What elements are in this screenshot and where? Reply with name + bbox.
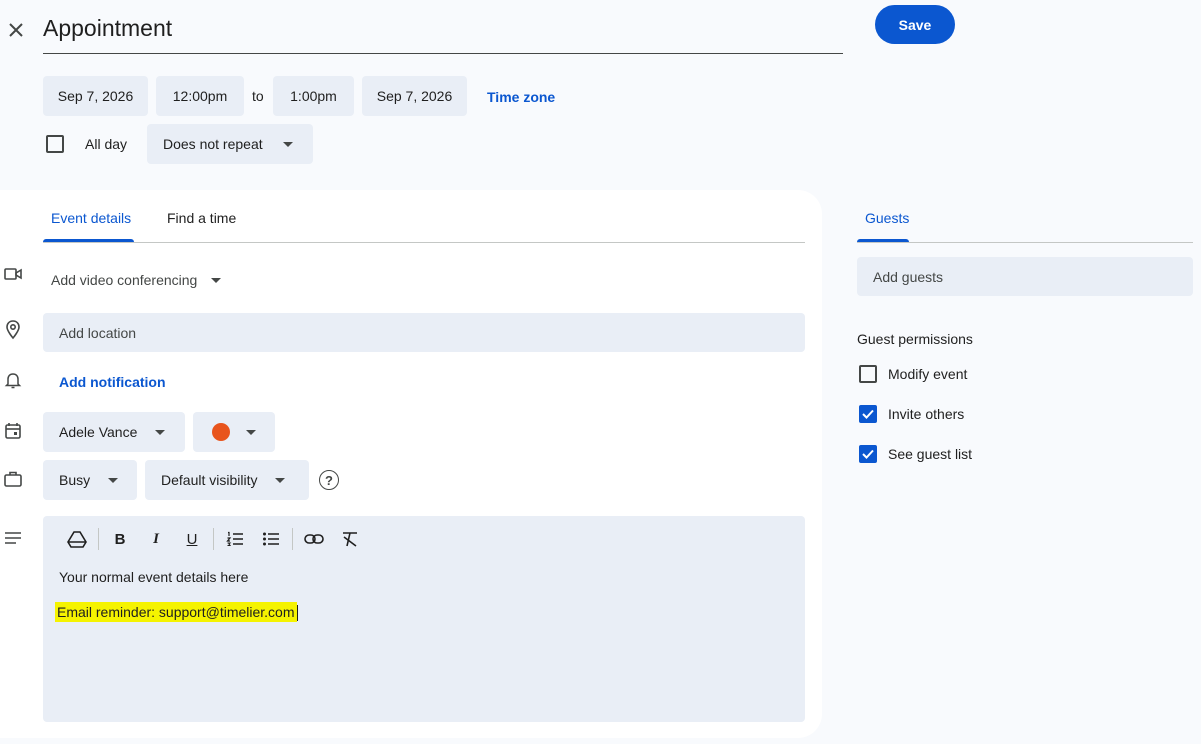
chevron-down-icon xyxy=(211,277,222,283)
toolbar-separator xyxy=(98,528,99,550)
toolbar-separator xyxy=(292,528,293,550)
location-pin-icon xyxy=(1,318,25,342)
permission-label: Invite others xyxy=(888,406,965,422)
end-time-button[interactable]: 1:00pm xyxy=(273,76,354,116)
chevron-down-icon xyxy=(275,477,286,483)
modify-event-checkbox[interactable] xyxy=(859,365,877,383)
link-icon[interactable] xyxy=(302,527,326,551)
guests-divider xyxy=(857,242,1193,243)
underline-icon[interactable]: U xyxy=(180,527,204,551)
chevron-down-icon xyxy=(246,429,256,435)
help-icon[interactable]: ? xyxy=(319,470,339,490)
add-notification-link[interactable]: Add notification xyxy=(59,374,166,390)
add-guests-input[interactable]: Add guests xyxy=(857,257,1193,296)
editor-toolbar: B I U xyxy=(65,527,362,551)
tab-find-time[interactable]: Find a time xyxy=(167,210,236,226)
visibility-label: Default visibility xyxy=(161,472,258,488)
bulleted-list-icon[interactable] xyxy=(259,527,283,551)
close-icon xyxy=(9,23,23,37)
video-camera-icon xyxy=(1,262,25,286)
end-date-button[interactable]: Sep 7, 2026 xyxy=(362,76,467,116)
tabs-divider xyxy=(43,242,805,243)
video-conferencing-dropdown[interactable]: Add video conferencing xyxy=(51,272,222,288)
chevron-down-icon xyxy=(282,141,293,147)
calendar-owner-label: Adele Vance xyxy=(59,424,138,440)
save-button[interactable]: Save xyxy=(875,5,955,44)
text-cursor xyxy=(296,605,298,622)
all-day-checkbox[interactable] xyxy=(46,135,64,153)
checkmark-icon xyxy=(862,409,874,419)
title-input[interactable] xyxy=(43,6,843,50)
guest-permissions-title: Guest permissions xyxy=(857,331,973,347)
permission-modify-event[interactable]: Modify event xyxy=(859,365,967,383)
editor-line-details: Your normal event details here xyxy=(59,569,249,585)
start-date-button[interactable]: Sep 7, 2026 xyxy=(43,76,148,116)
video-conferencing-label: Add video conferencing xyxy=(51,272,198,288)
timezone-link[interactable]: Time zone xyxy=(487,89,555,105)
calendar-icon xyxy=(1,419,25,443)
repeat-label: Does not repeat xyxy=(163,136,263,152)
invite-others-checkbox[interactable] xyxy=(859,405,877,423)
chevron-down-icon xyxy=(108,477,119,483)
permission-invite-others[interactable]: Invite others xyxy=(859,405,964,423)
status-dropdown[interactable]: Busy xyxy=(43,460,137,500)
all-day-label: All day xyxy=(85,136,128,152)
briefcase-icon xyxy=(1,467,25,491)
event-color-dropdown[interactable] xyxy=(193,412,275,452)
location-input[interactable]: Add location xyxy=(43,313,805,352)
checkmark-icon xyxy=(862,449,874,459)
description-icon xyxy=(1,526,25,550)
toolbar-separator xyxy=(213,528,214,550)
permission-label: Modify event xyxy=(888,366,968,382)
repeat-dropdown[interactable]: Does not repeat xyxy=(147,124,313,164)
tab-event-details[interactable]: Event details xyxy=(51,210,131,226)
permission-label: See guest list xyxy=(888,446,973,462)
editor-line-reminder: Email reminder: support@timelier.com xyxy=(55,602,298,622)
tab-guests[interactable]: Guests xyxy=(865,210,909,226)
calendar-owner-dropdown[interactable]: Adele Vance xyxy=(43,412,185,452)
bell-icon xyxy=(1,368,25,392)
clear-formatting-icon[interactable] xyxy=(338,527,362,551)
see-guest-list-checkbox[interactable] xyxy=(859,445,877,463)
title-field[interactable] xyxy=(43,6,843,54)
to-label: to xyxy=(252,88,264,104)
italic-icon[interactable]: I xyxy=(144,527,168,551)
status-label: Busy xyxy=(59,472,91,488)
visibility-dropdown[interactable]: Default visibility xyxy=(145,460,309,500)
color-swatch xyxy=(212,423,230,441)
chevron-down-icon xyxy=(155,429,166,435)
numbered-list-icon[interactable] xyxy=(223,527,247,551)
bold-icon[interactable]: B xyxy=(108,527,132,551)
highlighted-text: Email reminder: support@timelier.com xyxy=(55,602,297,622)
close-button[interactable] xyxy=(3,17,29,43)
start-time-button[interactable]: 12:00pm xyxy=(156,76,244,116)
drive-icon[interactable] xyxy=(65,527,89,551)
permission-see-guest-list[interactable]: See guest list xyxy=(859,445,972,463)
